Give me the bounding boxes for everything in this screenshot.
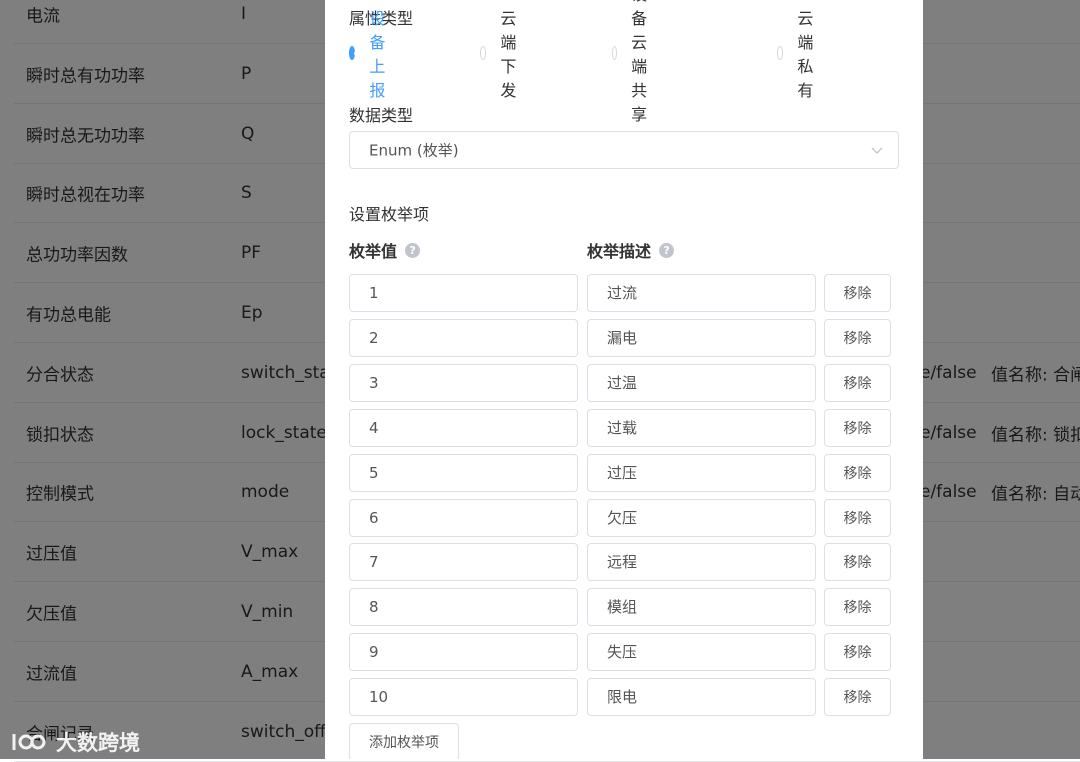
enum-desc-input[interactable]: 过压 bbox=[587, 453, 816, 492]
watermark-text: 大数跨境 bbox=[56, 731, 140, 755]
remove-enum-item-button[interactable]: 移除 bbox=[824, 274, 891, 312]
enum-desc-header-label: 枚举描述 bbox=[587, 242, 652, 261]
enum-item-row: 8 模组 移除 bbox=[349, 588, 894, 627]
enum-item-row: 10 限电 移除 bbox=[349, 678, 894, 717]
remove-enum-item-button[interactable]: 移除 bbox=[824, 588, 891, 627]
enum-value-input[interactable]: 8 bbox=[349, 588, 578, 627]
enum-item-row: 6 欠压 移除 bbox=[349, 498, 894, 537]
enum-value-input[interactable]: 10 bbox=[349, 678, 578, 717]
enum-desc-input[interactable]: 过载 bbox=[587, 408, 816, 447]
attr-type-option-label: 设备云端共享 bbox=[631, 0, 648, 124]
enum-item-row: 9 失压 移除 bbox=[349, 633, 894, 672]
attr-type-option-label: 设备上报 bbox=[369, 9, 386, 100]
enum-value-input[interactable]: 5 bbox=[349, 453, 578, 492]
enum-value-input[interactable]: 7 bbox=[349, 543, 578, 582]
enum-value-input[interactable]: 1 bbox=[349, 274, 578, 312]
add-enum-item-button[interactable]: 添加枚举项 bbox=[349, 723, 459, 759]
enum-value-header: 枚举值 ? bbox=[349, 238, 421, 262]
enum-item-row: 1 过流 移除 bbox=[349, 274, 894, 312]
help-icon[interactable]: ? bbox=[659, 242, 675, 258]
watermark: 大数跨境 bbox=[10, 727, 140, 757]
remove-enum-item-button[interactable]: 移除 bbox=[824, 678, 891, 717]
enum-value-input[interactable]: 6 bbox=[349, 498, 578, 537]
radio-circle-icon bbox=[612, 46, 618, 60]
attr-type-option[interactable]: 云端下发 bbox=[480, 9, 524, 100]
enum-desc-input[interactable]: 欠压 bbox=[587, 498, 816, 537]
data-type-label: 数据类型 bbox=[349, 106, 414, 125]
enum-value-input[interactable]: 2 bbox=[349, 318, 578, 357]
enum-value-header-label: 枚举值 bbox=[349, 242, 398, 261]
attr-type-option-label: 云端下发 bbox=[500, 9, 517, 100]
enum-desc-input[interactable]: 远程 bbox=[587, 543, 816, 582]
enum-value-input[interactable]: 9 bbox=[349, 633, 578, 672]
attr-type-option[interactable]: 设备上报 bbox=[349, 9, 393, 100]
enum-desc-input[interactable]: 失压 bbox=[587, 633, 816, 672]
chevron-down-icon bbox=[871, 147, 883, 154]
enum-section-label: 设置枚举项 bbox=[349, 205, 430, 224]
data-type-value: Enum (枚举) bbox=[369, 141, 459, 160]
enum-item-row: 2 漏电 移除 bbox=[349, 318, 894, 357]
remove-enum-item-button[interactable]: 移除 bbox=[824, 498, 891, 537]
remove-enum-item-button[interactable]: 移除 bbox=[824, 363, 891, 402]
enum-item-row: 3 过温 移除 bbox=[349, 363, 894, 402]
remove-enum-item-button[interactable]: 移除 bbox=[824, 408, 891, 447]
remove-enum-item-button[interactable]: 移除 bbox=[824, 543, 891, 582]
radio-circle-icon bbox=[480, 46, 487, 60]
remove-enum-item-button[interactable]: 移除 bbox=[824, 633, 891, 672]
enum-value-input[interactable]: 4 bbox=[349, 408, 578, 447]
enum-desc-input[interactable]: 过温 bbox=[587, 363, 816, 402]
attr-type-option[interactable]: 云端私有 bbox=[777, 9, 821, 100]
enum-desc-header: 枚举描述 ? bbox=[587, 238, 675, 262]
attr-type-option-label: 云端私有 bbox=[797, 9, 814, 100]
data-type-select[interactable]: Enum (枚举) bbox=[349, 131, 899, 169]
enum-desc-input[interactable]: 模组 bbox=[587, 588, 816, 627]
enum-item-row: 4 过载 移除 bbox=[349, 408, 894, 447]
enum-desc-input[interactable]: 限电 bbox=[587, 678, 816, 717]
enum-value-input[interactable]: 3 bbox=[349, 363, 578, 402]
radio-circle-icon bbox=[349, 46, 360, 60]
attr-type-option[interactable]: 设备云端共享 bbox=[612, 0, 656, 124]
enum-item-row: 7 远程 移除 bbox=[349, 543, 894, 582]
remove-enum-item-button[interactable]: 移除 bbox=[824, 453, 891, 492]
help-icon[interactable]: ? bbox=[405, 242, 421, 258]
radio-circle-icon bbox=[777, 46, 784, 60]
enum-item-row: 5 过压 移除 bbox=[349, 453, 894, 492]
remove-enum-item-button[interactable]: 移除 bbox=[824, 318, 891, 357]
enum-desc-input[interactable]: 漏电 bbox=[587, 318, 816, 357]
watermark-logo-icon bbox=[12, 734, 46, 750]
enum-settings-dialog: 属性类型 设备上报云端下发设备云端共享云端私有 数据类型 Enum (枚举) 设… bbox=[325, 0, 923, 759]
enum-desc-input[interactable]: 过流 bbox=[587, 274, 816, 312]
